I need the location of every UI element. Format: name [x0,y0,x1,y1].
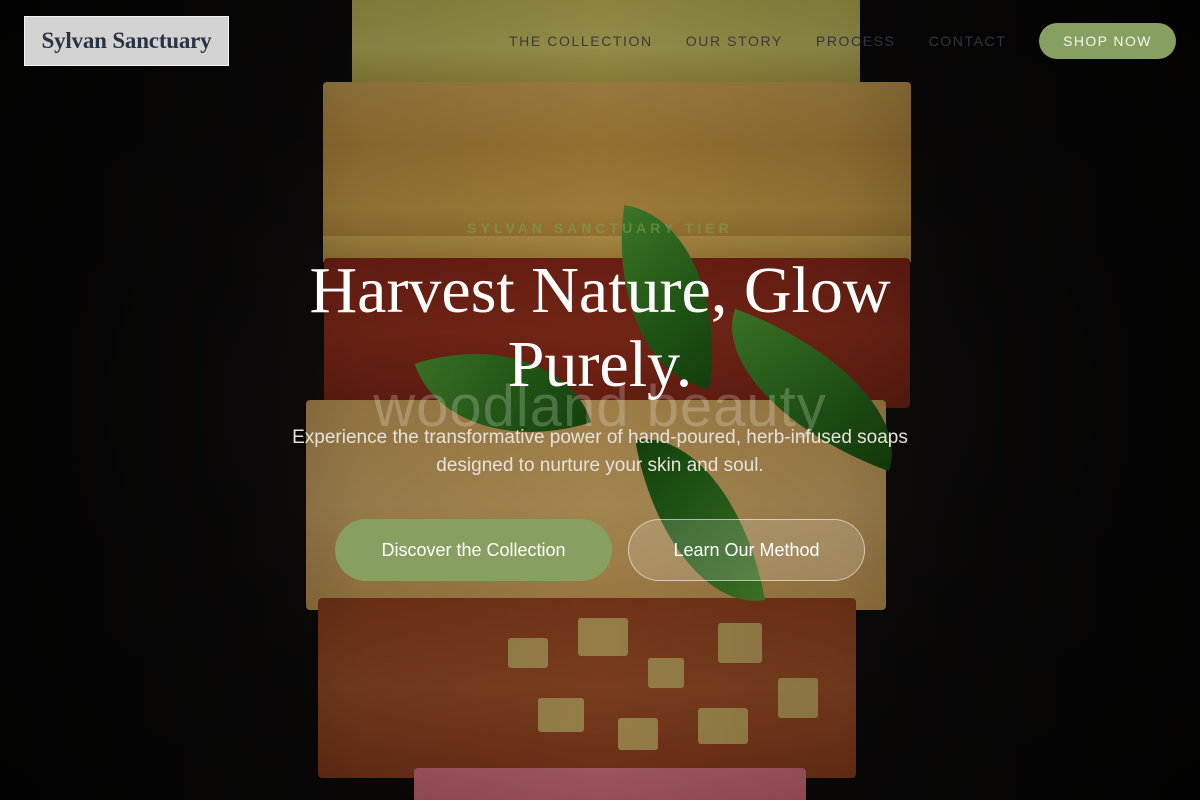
nav-link-contact[interactable]: CONTACT [929,31,1007,51]
discover-collection-button[interactable]: Discover the Collection [335,519,612,581]
site-header: Sylvan Sanctuary THE COLLECTION OUR STOR… [0,0,1200,82]
nav-link-our-story[interactable]: OUR STORY [686,31,783,51]
shop-now-button[interactable]: SHOP NOW [1039,23,1176,59]
brand-name: Sylvan Sanctuary [41,28,212,53]
brand-logo[interactable]: Sylvan Sanctuary [24,16,229,66]
nav-link-process[interactable]: PROCESS [816,31,896,51]
learn-method-button[interactable]: Learn Our Method [628,519,865,581]
hero-eyebrow: SYLVAN SANCTUARY TIER [467,220,733,236]
nav-link-collection[interactable]: THE COLLECTION [509,31,653,51]
main-nav: THE COLLECTION OUR STORY PROCESS CONTACT [509,31,1039,51]
hero-title: Harvest Nature, Glow Purely. [309,254,891,401]
hero-subtitle: Experience the transformative power of h… [292,427,908,476]
